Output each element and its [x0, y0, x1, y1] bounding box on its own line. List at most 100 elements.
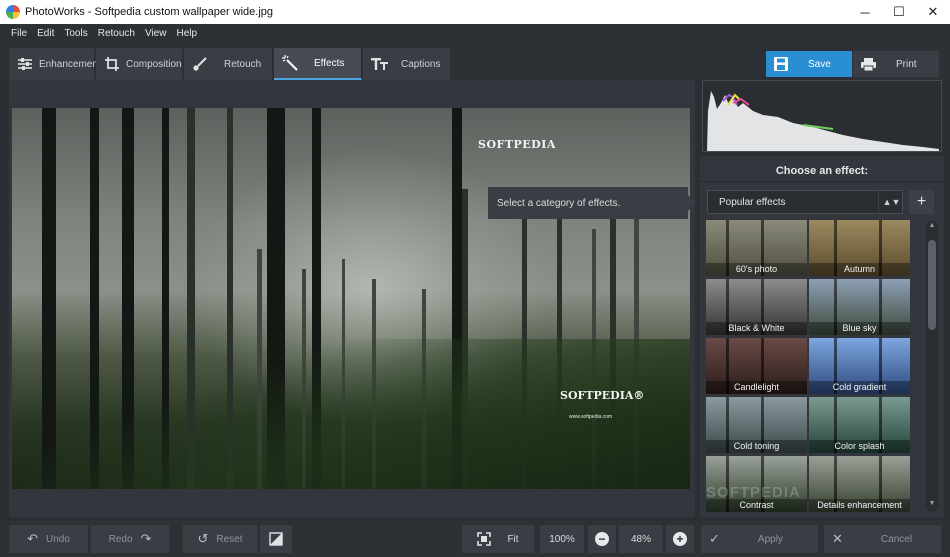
toolbar: Enhancement Composition Retouch Effects … [0, 42, 950, 80]
effects-panel-title: Choose an effect: [700, 160, 944, 182]
apply-button[interactable]: ✓ Apply [701, 525, 818, 553]
cancel-x-icon: ✕ [832, 531, 843, 546]
fit-screen-icon [477, 532, 492, 546]
fit-button[interactable]: Fit [462, 525, 534, 553]
effect-tile-blue-sky[interactable]: Blue sky [809, 279, 910, 335]
tab-retouch[interactable]: Retouch [184, 48, 273, 80]
cancel-label: Cancel [880, 533, 913, 545]
effect-label: Details enhancement [809, 499, 910, 512]
menu-view[interactable]: View [140, 28, 172, 39]
effect-tile-cold-gradient[interactable]: Cold gradient [809, 338, 910, 394]
checkmark-icon: ✓ [709, 531, 720, 546]
window-controls: ─ ☐ ✕ [848, 0, 950, 24]
save-label: Save [808, 58, 831, 70]
print-label: Print [896, 58, 917, 70]
effect-label: Candlelight [706, 381, 807, 394]
effect-label: Color splash [809, 440, 910, 453]
zoom-in-icon: + [673, 532, 687, 546]
tab-label: Enhancement [39, 58, 101, 70]
tab-label: Effects [314, 57, 345, 69]
fit-label: Fit [507, 533, 519, 545]
scroll-up-icon[interactable]: ▲ [926, 222, 938, 232]
print-button[interactable]: Print [853, 51, 939, 77]
reset-label: Reset [216, 533, 243, 545]
redo-button[interactable]: Redo ↷ [91, 525, 169, 553]
effect-tile-autumn[interactable]: Autumn [809, 220, 910, 276]
undo-button[interactable]: ↶ Undo [9, 525, 88, 553]
scroll-down-icon[interactable]: ▼ [926, 500, 938, 510]
category-tooltip: Select a category of effects. [488, 187, 696, 219]
effect-label: Cold toning [706, 440, 807, 453]
tab-composition[interactable]: Composition [96, 48, 183, 80]
tab-captions[interactable]: Captions [363, 48, 451, 80]
maximize-button[interactable]: ☐ [882, 0, 916, 24]
histogram [702, 80, 942, 152]
redo-icon: ↷ [140, 531, 152, 546]
zoom-in-button[interactable]: + [666, 525, 694, 553]
reset-button[interactable]: ↺ Reset [183, 525, 257, 553]
effect-tile-color-splash[interactable]: Color splash [809, 397, 910, 453]
effect-label: Blue sky [809, 322, 910, 335]
zoom-100-button[interactable]: 100% [540, 525, 584, 553]
close-button[interactable]: ✕ [916, 0, 950, 24]
minimize-button[interactable]: ─ [848, 0, 882, 24]
effect-label: 60's photo [706, 263, 807, 276]
photo-watermark-top: SOFTPEDIA [478, 138, 556, 151]
cancel-button[interactable]: ✕ Cancel [824, 525, 941, 553]
menu-edit[interactable]: Edit [32, 28, 59, 39]
window-title: PhotoWorks - Softpedia custom wallpaper … [25, 6, 274, 18]
menu-tools[interactable]: Tools [59, 28, 92, 39]
magic-wand-icon [282, 55, 298, 71]
effect-tile-60s-photo[interactable]: 60's photo [706, 220, 807, 276]
effect-tile-details-enhancement[interactable]: Details enhancement [809, 456, 910, 512]
menu-file[interactable]: File [6, 28, 32, 39]
compare-button[interactable] [260, 525, 292, 553]
reset-icon: ↺ [197, 531, 209, 546]
bottom-bar: ↶ Undo Redo ↷ ↺ Reset Fit 100% − 48% + ✓… [0, 520, 950, 557]
effects-panel: Choose an effect: Popular effects ▲▼ + 6… [700, 156, 944, 517]
effect-label: Black & White [706, 322, 807, 335]
app-logo-icon [6, 5, 20, 19]
zoom-out-icon: − [595, 532, 609, 546]
sliders-icon [18, 58, 32, 70]
menu-retouch[interactable]: Retouch [93, 28, 140, 39]
tab-label: Captions [401, 58, 441, 70]
photo-canvas[interactable]: SOFTPEDIA SOFTPEDIA® www.softpedia.com [9, 80, 695, 517]
effect-tile-black-white[interactable]: Black & White [706, 279, 807, 335]
printer-icon [861, 57, 876, 71]
add-effect-button[interactable]: + [909, 190, 934, 214]
compare-icon [269, 532, 283, 546]
panel-watermark: SOFTPEDIA [706, 484, 801, 501]
brush-icon [193, 57, 207, 71]
undo-label: Undo [46, 533, 70, 545]
zoom-level-display[interactable]: 48% [619, 525, 663, 553]
tab-label: Composition [126, 58, 182, 70]
tab-effects[interactable]: Effects [274, 48, 362, 80]
photo-watermark-url: www.softpedia.com [569, 414, 613, 420]
category-select-value: Popular effects [719, 196, 786, 208]
text-icon [371, 58, 388, 70]
effect-label: Cold gradient [809, 381, 910, 394]
menu-help[interactable]: Help [171, 28, 202, 39]
menu-bar: File Edit Tools Retouch View Help [0, 24, 950, 42]
zoom-out-button[interactable]: − [588, 525, 616, 553]
undo-icon: ↶ [27, 531, 38, 546]
crop-icon [105, 57, 119, 71]
zoom-100-label: 100% [549, 533, 575, 545]
photo-preview[interactable]: SOFTPEDIA SOFTPEDIA® www.softpedia.com [12, 108, 690, 489]
select-arrows-icon: ▲▼ [878, 191, 904, 213]
effect-category-select[interactable]: Popular effects ▲▼ [707, 190, 903, 214]
effect-tile-candlelight[interactable]: Candlelight [706, 338, 807, 394]
scroll-thumb[interactable] [928, 240, 936, 330]
tab-label: Retouch [224, 58, 262, 70]
effects-scrollbar[interactable]: ▲ ▼ [926, 220, 938, 512]
save-button[interactable]: Save [766, 51, 852, 77]
tab-enhancement[interactable]: Enhancement [9, 48, 101, 80]
effect-label: Autumn [809, 263, 910, 276]
photo-watermark-bottom: SOFTPEDIA® [560, 389, 645, 402]
effect-tile-cold-toning[interactable]: Cold toning [706, 397, 807, 453]
floppy-icon [774, 57, 788, 71]
effects-grid: 60's photo Autumn Black & White Blue sky… [706, 220, 912, 512]
apply-label: Apply [757, 533, 783, 545]
title-bar: PhotoWorks - Softpedia custom wallpaper … [0, 0, 950, 24]
